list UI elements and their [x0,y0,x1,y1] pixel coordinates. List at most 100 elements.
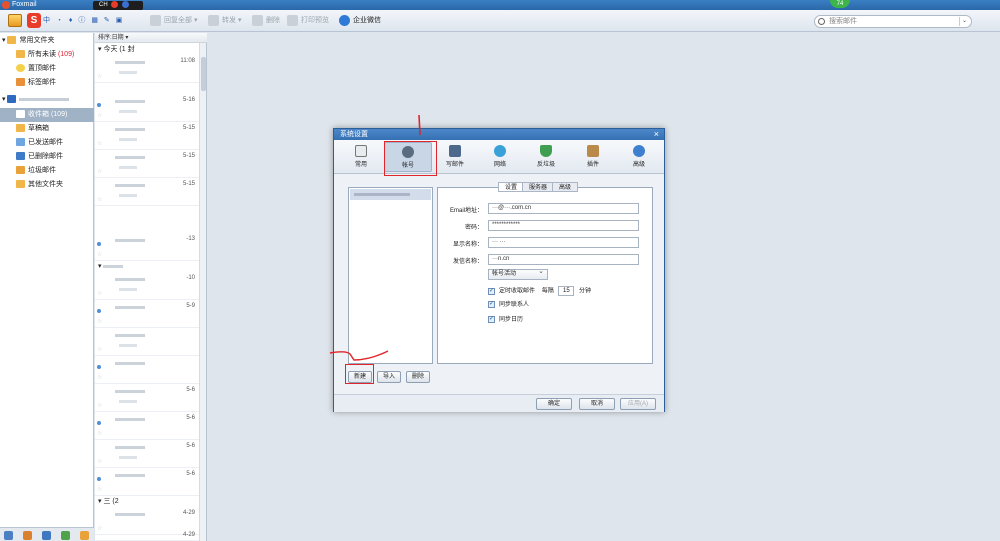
display-name-field[interactable]: ··· ··· [488,237,639,248]
list-item[interactable]: 5-9 ☆ [95,300,199,328]
password-field[interactable]: ************ [488,220,639,231]
dialog-title: 系统设置 [340,131,368,138]
sender-name-label: 发信名称： [452,259,483,265]
unread-dot-icon [97,103,101,107]
list-item[interactable]: 5-6 ☆ [95,412,199,440]
list-item[interactable]: -13 ☆ [95,233,199,261]
tab-general[interactable]: 常用 [337,142,385,172]
mail-view-icon[interactable] [4,531,13,540]
sidebar-item-tagged[interactable]: 标签邮件 [0,76,94,90]
feeds-icon[interactable] [80,531,89,540]
sidebar-account-row[interactable]: ▾ [0,93,94,107]
contacts-icon[interactable] [23,531,32,540]
calendar-icon[interactable] [42,531,51,540]
sidebar-item-inbox[interactable]: 收件箱 (109) [0,108,94,122]
interval-input[interactable]: 15 [558,286,575,296]
star-icon[interactable]: ☆ [97,486,102,493]
print-preview-button[interactable]: 打印预览 [287,14,329,28]
tab-advanced[interactable]: 高级 [615,142,663,172]
sort-dropdown[interactable]: 排序:日期 ▾ [95,33,207,43]
list-item[interactable]: 5-15 ☆ [95,122,199,150]
ime-status-bar[interactable]: CH [93,1,143,10]
subtab-settings[interactable]: 设置 [498,182,525,192]
list-item[interactable]: 4-29 [95,529,199,541]
delete-account-button[interactable]: 删除 [406,371,430,383]
list-item[interactable]: 11:08 ☆ [95,55,199,83]
star-icon[interactable]: ☆ [97,402,102,409]
scrollbar-thumb[interactable] [201,57,206,91]
auto-receive-checkbox[interactable] [488,286,495,296]
star-icon[interactable]: ☆ [97,346,102,353]
sidebar-item-drafts[interactable]: 草稿箱 [0,122,94,136]
group-today[interactable]: ▾ 今天 (1 封 [95,44,199,55]
star-icon[interactable]: ☆ [97,251,102,258]
delete-button[interactable]: 删除 [252,14,280,28]
sidebar-item-other[interactable]: 其他文件夹 [0,178,94,192]
tab-antispam[interactable]: 反垃圾 [522,142,570,172]
star-icon[interactable]: ☆ [97,374,102,381]
sidebar-item-junk[interactable]: 垃圾邮件 [0,164,94,178]
star-icon[interactable]: ☆ [97,112,102,119]
notes-icon[interactable] [61,531,70,540]
star-icon[interactable]: ☆ [97,430,102,437]
subtab-advanced[interactable]: 高级 [552,182,579,192]
search-icon [818,18,825,25]
close-icon[interactable]: × [654,129,659,140]
list-item[interactable]: 5-16 ☆ [95,94,199,122]
inbox-icon [16,110,25,119]
sogou-ime-icon[interactable]: S [27,13,41,28]
star-icon[interactable]: ☆ [97,73,102,80]
apply-button[interactable]: 应用(A) [620,398,656,410]
enterprise-wechat-button[interactable]: 企业微信 [339,14,381,28]
ok-button[interactable]: 确定 [536,398,572,410]
account-list-item[interactable] [350,189,431,200]
folder-icon [16,180,25,189]
sender-name-field[interactable]: ···n.cn [488,254,639,265]
sync-calendar-checkbox[interactable] [488,314,495,324]
chevron-down-icon[interactable]: ⌄ [959,17,969,26]
message-list-scrollbar[interactable] [199,43,206,541]
search-input[interactable]: 搜索邮件 ⌄ [814,15,972,28]
sidebar-item-pinned[interactable]: 置顶邮件 [0,62,94,76]
forward-icon [208,14,219,26]
ime-tool-icons[interactable]: 中 ・ ♦ ⓘ ▦ ✎ ▣ [43,15,124,25]
list-item[interactable]: 5-15 ☆ [95,178,199,206]
sogou-icon[interactable] [111,1,119,8]
star-icon[interactable]: ☆ [97,318,102,325]
list-item[interactable]: 5-15 ☆ [95,150,199,178]
group-earlier[interactable]: ▾ [95,261,199,272]
sidebar-group-common[interactable]: ▾ 常用文件夹 [0,34,94,48]
reply-all-button[interactable]: 回复全部 ▾ [150,14,197,28]
sync-contacts-checkbox[interactable] [488,299,495,309]
star-icon[interactable]: ☆ [97,140,102,147]
sidebar-item-all-unread[interactable]: 所有未读 (109) [0,48,94,62]
mail-icon[interactable] [8,14,22,27]
subtab-server[interactable]: 服务器 [522,182,555,192]
list-item[interactable]: -10 ☆ [95,272,199,300]
folder-icon [7,36,17,45]
sidebar-item-sent[interactable]: 已发送邮件 [0,136,94,150]
account-list[interactable] [348,187,433,364]
star-icon[interactable]: ☆ [97,290,102,297]
group-older[interactable]: ▾ 三 (2 [95,496,199,507]
list-item[interactable]: ☆ [95,356,199,384]
tab-network[interactable]: 网络 [476,142,524,172]
email-field[interactable]: ···@···.com.cn [488,203,639,214]
list-item[interactable]: 5-6 ☆ [95,468,199,496]
import-account-button[interactable]: 导入 [377,371,401,383]
compose-icon [449,145,461,157]
star-icon[interactable]: ☆ [97,196,102,203]
forward-button[interactable]: 转发 ▾ [208,14,241,28]
list-item[interactable]: ☆ [95,328,199,356]
tab-plugins[interactable]: 插件 [569,142,617,172]
account-status-select[interactable]: 帐号活动 [488,267,548,280]
star-icon[interactable]: ☆ [97,458,102,465]
cancel-button[interactable]: 取消 [579,398,615,410]
star-icon[interactable]: ☆ [97,168,102,175]
list-item[interactable]: 5-6 ☆ [95,440,199,468]
tab-compose[interactable]: 写邮件 [431,142,479,172]
sidebar-item-deleted[interactable]: 已删除邮件 [0,150,94,164]
password-label: 密码： [464,225,483,231]
help-icon[interactable] [122,1,130,8]
list-item[interactable]: 5-6 ☆ [95,384,199,412]
